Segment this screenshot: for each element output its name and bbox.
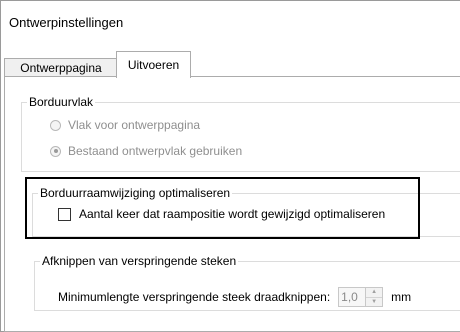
dialog-title: Ontwerpinstellingen <box>9 15 124 30</box>
min-length-label: Minimumlengte verspringende steek draadk… <box>58 290 331 304</box>
radio-button-existing-area[interactable] <box>50 145 61 157</box>
stepper-down-icon[interactable]: ▼ <box>366 296 383 307</box>
settings-dialog: Ontwerpinstellingen Ontwerppagina Uitvoe… <box>0 0 460 332</box>
min-length-input[interactable] <box>338 287 367 307</box>
tab-uitvoeren[interactable]: Uitvoeren <box>116 51 191 78</box>
stepper-buttons[interactable]: ▲ ▼ <box>366 287 384 307</box>
min-length-row: Minimumlengte verspringende steek draadk… <box>58 287 411 307</box>
embroidery-area-legend: Borduurvlak <box>27 95 96 109</box>
tab-ontwerppagina[interactable]: Ontwerppagina <box>4 58 117 77</box>
radio-label-existing-area: Bestaand ontwerpvlak gebruiken <box>68 144 243 158</box>
radio-button-page-area[interactable] <box>50 119 61 131</box>
radio-row-existing-area[interactable]: Bestaand ontwerpvlak gebruiken <box>50 144 242 158</box>
jump-trim-legend: Afknippen van verspringende steken <box>40 254 239 268</box>
min-length-stepper[interactable]: ▲ ▼ <box>338 287 384 307</box>
radio-row-page-area[interactable]: Vlak voor ontwerppagina <box>50 118 200 132</box>
highlight-box <box>25 177 420 239</box>
radio-label-page-area: Vlak voor ontwerppagina <box>68 118 201 132</box>
unit-label: mm <box>391 290 412 304</box>
stepper-up-icon[interactable]: ▲ <box>366 288 382 297</box>
embroidery-area-group: Borduurvlak <box>21 95 460 172</box>
